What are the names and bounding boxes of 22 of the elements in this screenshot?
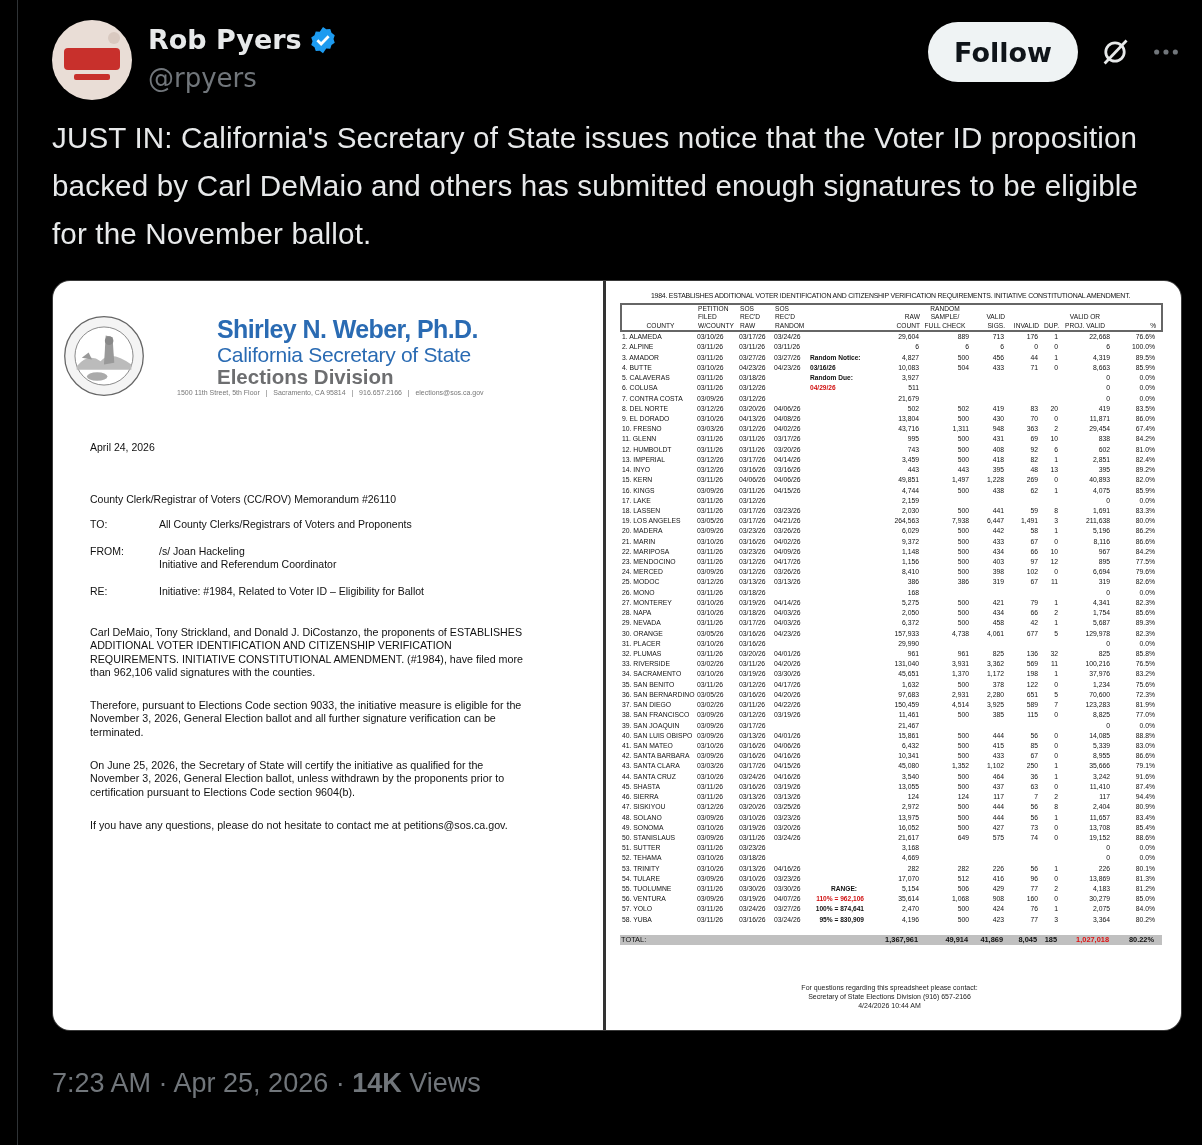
tweet-meta: 7:23 AM · Apr 25, 2026 · 14K Views [52,1068,482,1099]
memo-paragraph: On June 25, 2026, the Secretary of State will certify the initiative as qualified for the November 3, 2026, General Election ballot, unless withdrawn by the proponents prior to certification pursuant to Elections Code section 9604(b). [90,759,506,799]
field-label: TO: [90,518,109,532]
memo-subject: County Clerk/Registrar of Voters (CC/ROV) Memorandum #26110 [90,493,398,505]
author-handle[interactable]: @rpyers [148,58,338,98]
office-title: California Secretary of State [217,343,472,366]
field-value: All County Clerks/Registrars of Voters and Proponents [159,518,412,532]
media-card[interactable] [52,280,1182,1031]
tweet-text: JUST IN: California's Secretary of State issues notice that the Voter ID proposition backed by Carl DeMaio and others has submitted enough signatures to be eligible for the November ballot. [52,120,1140,252]
official-name: Shirley N. Weber, Ph.D. [217,316,479,343]
memo-paragraph: Carl DeMaio, Tony Strickland, and Donald J. DiCostanzo, the proponents of ESTABLISHES ADDITIONAL VOTER IDENTIFICATION AND CITIZENSHIP VERIFICATION REQUIREMENTS. INITIATIVE CONSTITUTIONAL AMENDMENT. (#1984), have filed more than 962,106 valid signatures with the counties. [90,626,524,680]
field-value: /s/ Joan Hackeling [159,544,246,558]
memo-date: April 24, 2026 [90,441,156,453]
field-label: RE: [90,584,109,598]
author-name[interactable]: Rob Pyers [148,22,302,58]
follow-button[interactable]: Follow [928,22,1078,82]
field-label: FROM: [90,544,125,559]
field-value: Initiative: #1984, Related to Voter ID – Eligibility for Ballot [159,584,424,598]
field-value: Initiative and Referendum Coordinator [159,558,337,572]
division-title: Elections Division [217,366,394,388]
memo-paragraph: If you have any questions, please do not hesitate to contact me at petitions@sos.ca.gov. [90,818,509,833]
memo-paragraph: Therefore, pursuant to Elections Code section 9033, the initiative measure is eligible for the November 3, 2026, General Election ballot and all further signature verification can be terminated. [90,699,523,740]
